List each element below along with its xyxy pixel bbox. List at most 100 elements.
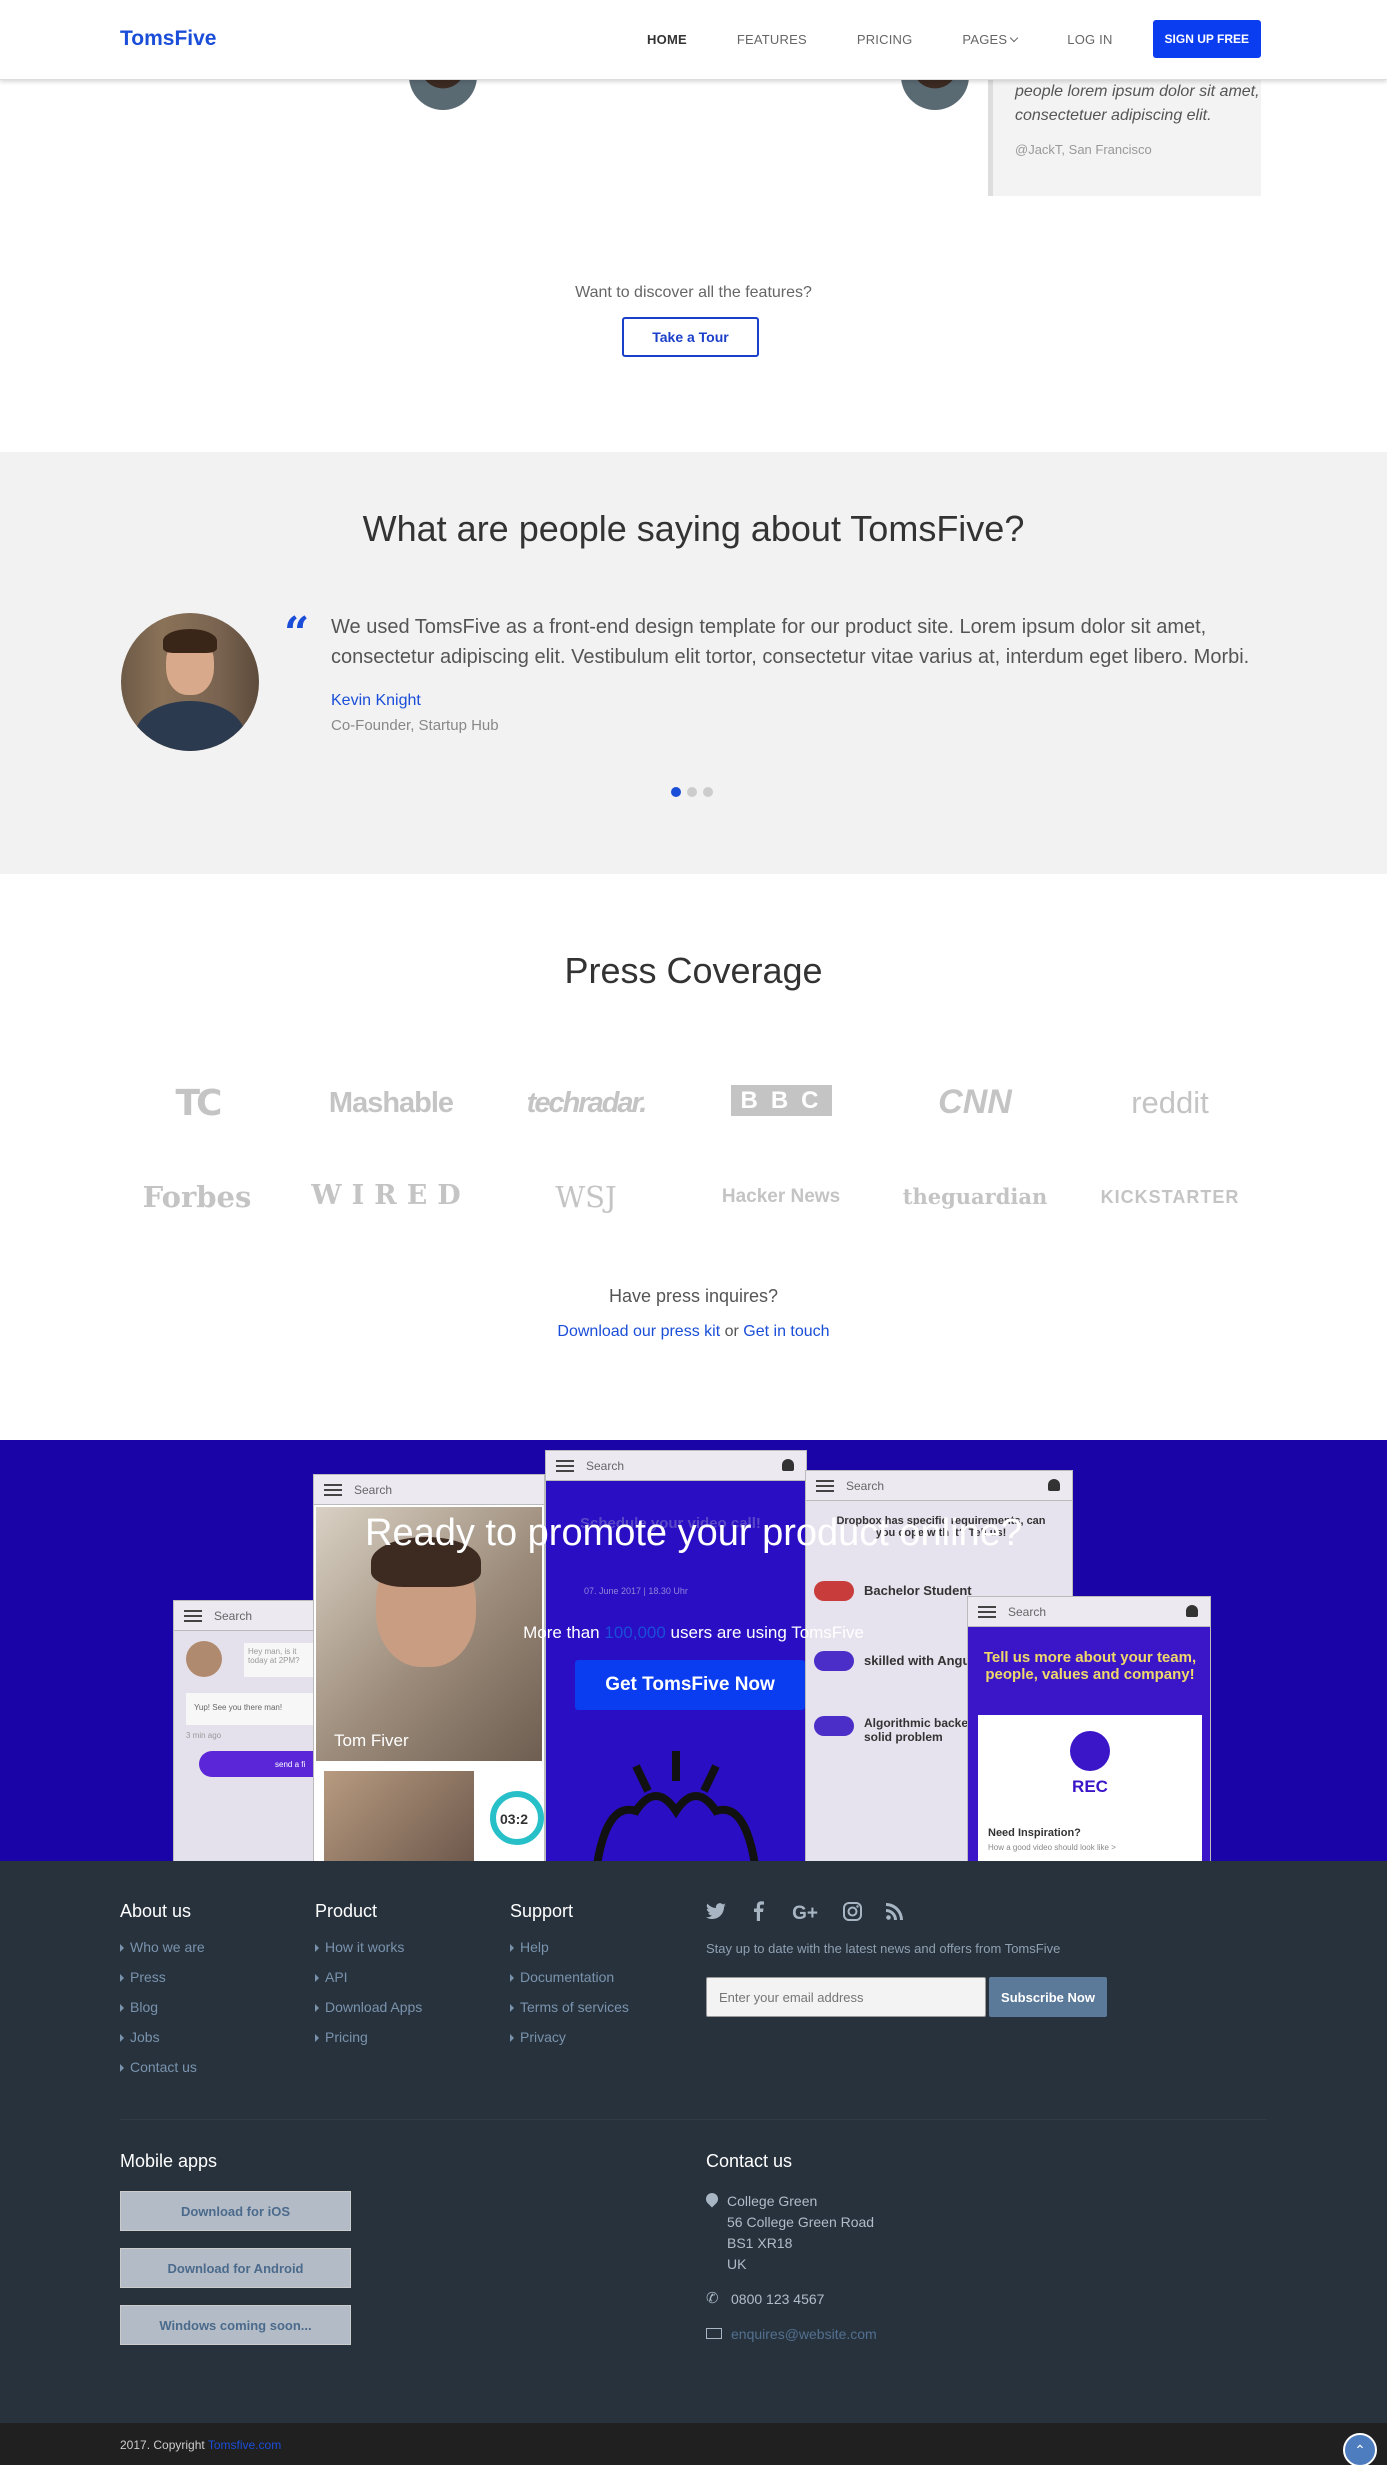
download-ios-button[interactable]: Download for iOS (120, 2191, 351, 2231)
nav-pages-dropdown[interactable]: PAGES (962, 31, 1019, 47)
footer-link-documentation[interactable]: Documentation (510, 1969, 629, 1985)
footer-link-terms[interactable]: Terms of services (510, 1999, 629, 2015)
get-in-touch-link[interactable]: Get in touch (743, 1323, 829, 1340)
carousel-dots (671, 787, 719, 797)
footer-link-who-we-are[interactable]: Who we are (120, 1939, 205, 1955)
carousel-dot-3[interactable] (703, 787, 713, 797)
footer-link-contact[interactable]: Contact us (120, 2059, 205, 2075)
phone-search-text: Search (214, 1609, 253, 1623)
nav-login[interactable]: LOG IN (1067, 32, 1112, 47)
cta-section: Search Hey man, is it today at 2PM? Yup!… (0, 1440, 1387, 1861)
hands-icon (593, 1751, 759, 1861)
footer-link-help[interactable]: Help (510, 1939, 629, 1955)
footer-link-pricing[interactable]: Pricing (315, 2029, 422, 2045)
google-plus-icon[interactable]: G+ (790, 1903, 820, 1925)
twitter-icon[interactable] (706, 1902, 726, 1926)
map-pin-icon (703, 2190, 721, 2208)
windows-soon-button[interactable]: Windows coming soon... (120, 2305, 351, 2345)
testimonial-quote-card: people lorem ipsum dolor sit amet, conse… (988, 78, 1261, 196)
chevron-up-icon: ⌃ (1354, 2441, 1366, 2458)
facebook-icon[interactable] (748, 1901, 768, 1927)
footer-product: Product How it works API Download Apps P… (315, 1901, 422, 2059)
footer-support-title: Support (510, 1901, 574, 1921)
mashable-logo: Mashable (328, 1087, 454, 1119)
contact-address: College Green 56 College Green Road BS1 … (727, 2191, 874, 2275)
footer-link-press[interactable]: Press (120, 1969, 205, 1985)
nav-features[interactable]: FEATURES (737, 32, 807, 47)
nav-pricing[interactable]: PRICING (857, 32, 913, 47)
copyright-label: 2017. Copyright (120, 2438, 205, 2452)
testimonial-name[interactable]: Kevin Knight (331, 692, 421, 710)
instagram-icon[interactable] (842, 1901, 862, 1927)
footer-about: About us Who we are Press Blog Jobs Cont… (120, 1901, 205, 2089)
envelope-icon (706, 2328, 722, 2339)
cta-user-count: 100,000 (604, 1623, 666, 1642)
footer-support: Support Help Documentation Terms of serv… (510, 1901, 629, 2059)
chat-time: 3 min ago (186, 1731, 222, 1740)
timer-ring: 03:2 (490, 1791, 544, 1845)
nav-pages-label: PAGES (962, 31, 1008, 47)
download-android-button[interactable]: Download for Android (120, 2248, 351, 2288)
chat-bubble-2: Yup! See you there man! (186, 1693, 316, 1725)
phone-search-text: Search (1008, 1605, 1047, 1619)
address-line-4: UK (727, 2256, 747, 2272)
footer-link-how-it-works[interactable]: How it works (315, 1939, 422, 1955)
signup-button[interactable]: SIGN UP FREE (1152, 20, 1261, 58)
toggle-3 (814, 1716, 854, 1736)
footer-link-blog[interactable]: Blog (120, 1999, 205, 2015)
bbc-logo: BBC (696, 1085, 866, 1116)
newsletter-text: Stay up to date with the latest news and… (706, 1941, 1061, 1956)
wired-logo: WIRED (311, 1180, 471, 1211)
testimonial-role: Co-Founder, Startup Hub (331, 717, 499, 734)
schedule-date: 07. June 2017 | 18.30 Uhr (584, 1586, 688, 1596)
contact-email-link[interactable]: enquires@website.com (731, 2326, 877, 2342)
toggle-1 (814, 1581, 854, 1601)
cta-subtitle: More than 100,000 users are using TomsFi… (0, 1623, 1387, 1643)
footer-divider (120, 2119, 1267, 2120)
quote-icon: “ (284, 608, 310, 659)
testimonial-quote-author: @JackT, San Francisco (1015, 142, 1152, 157)
phone-search-text: Search (846, 1479, 885, 1493)
footer-about-title: About us (120, 1901, 192, 1921)
nav-home[interactable]: HOME (647, 32, 687, 47)
email-input[interactable] (706, 1977, 986, 2017)
inspiration-sub: How a good video should look like > (988, 1843, 1116, 1852)
team-text: Tell us more about your team, people, va… (983, 1649, 1197, 1683)
top-navbar: TomsFive HOME FEATURES PRICING PAGES LOG… (0, 0, 1387, 80)
footer-link-download-apps[interactable]: Download Apps (315, 1999, 422, 2015)
chevron-down-icon (1010, 33, 1019, 42)
phone-icon: ✆ (706, 2290, 719, 2307)
subscribe-button[interactable]: Subscribe Now (989, 1977, 1107, 2017)
mobile-apps-title: Mobile apps (120, 2151, 218, 2171)
brand-logo[interactable]: TomsFive (120, 27, 216, 51)
testimonial-avatar (121, 613, 259, 751)
social-links: G+ (706, 1901, 926, 1927)
press-inquiry-text: Have press inquires? (608, 1286, 779, 1306)
address-line-2: 56 College Green Road (727, 2214, 875, 2230)
footer-link-privacy[interactable]: Privacy (510, 2029, 629, 2045)
testimonial-quote-text: people lorem ipsum dolor sit amet, conse… (1015, 83, 1260, 124)
take-tour-button[interactable]: Take a Tour (622, 317, 759, 357)
press-or: or (724, 1323, 739, 1340)
testimonial-text: We used TomsFive as a front-end design t… (331, 616, 1250, 668)
discover-text: Want to discover all the features? (575, 284, 812, 301)
guardian-logo: theguardian (902, 1184, 1048, 1209)
cta-sub-before: More than (523, 1623, 600, 1642)
call-thumbnail (324, 1771, 474, 1861)
press-kit-link[interactable]: Download our press kit (557, 1323, 720, 1340)
contact-title: Contact us (706, 2151, 793, 2171)
reddit-logo: reddit (1131, 1085, 1209, 1120)
wsj-logo: WSJ (555, 1180, 617, 1214)
rss-icon[interactable] (884, 1902, 904, 1926)
carousel-dot-1[interactable] (671, 787, 681, 797)
footer-link-jobs[interactable]: Jobs (120, 2029, 205, 2045)
back-to-top-button[interactable]: ⌃ (1343, 2433, 1377, 2465)
carousel-dot-2[interactable] (687, 787, 697, 797)
copyright-link[interactable]: Tomsfive.com (208, 2438, 281, 2452)
footer-link-api[interactable]: API (315, 1969, 422, 1985)
address-line-3: BS1 XR18 (727, 2235, 793, 2251)
copyright-bar: 2017. Copyright Tomsfive.com ⌃ (0, 2423, 1387, 2465)
testimonials-section: What are people saying about TomsFive? “… (0, 452, 1387, 874)
get-tomsfive-button[interactable]: Get TomsFive Now (575, 1660, 805, 1710)
copyright-text: 2017. Copyright Tomsfive.com (120, 2438, 281, 2452)
